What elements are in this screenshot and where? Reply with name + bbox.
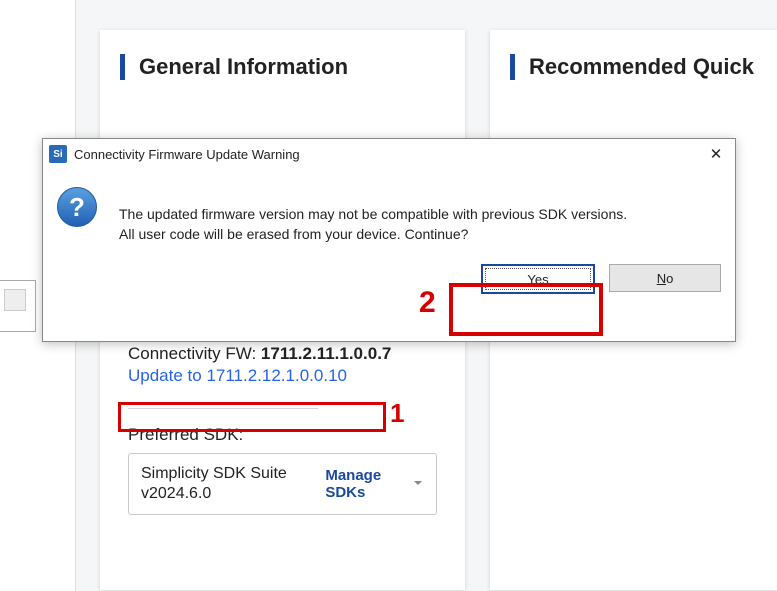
- dialog-titlebar[interactable]: Si Connectivity Firmware Update Warning …: [43, 139, 735, 169]
- connectivity-fw-label: Connectivity FW:: [128, 344, 256, 363]
- update-firmware-link[interactable]: Update to 1711.2.12.1.0.0.10: [128, 366, 347, 386]
- card-header: Recommended Quick: [490, 30, 777, 96]
- card-title-general: General Information: [120, 54, 445, 80]
- dialog-title: Connectivity Firmware Update Warning: [74, 147, 705, 162]
- no-button[interactable]: No: [609, 264, 721, 292]
- preferred-sdk-label: Preferred SDK:: [128, 425, 437, 445]
- sdk-name: Simplicity SDK Suite v2024.6.0: [141, 464, 325, 504]
- dialog-firmware-update-warning: Si Connectivity Firmware Update Warning …: [42, 138, 736, 342]
- explorer-pane-stub: [0, 280, 36, 332]
- chevron-down-icon: [412, 476, 424, 493]
- card-title-recommended: Recommended Quick: [510, 54, 757, 80]
- manage-sdks-link[interactable]: Manage SDKs: [325, 467, 424, 501]
- explorer-item-stub: [4, 289, 26, 311]
- dialog-message: The updated firmware version may not be …: [119, 205, 627, 244]
- preferred-sdk-selector[interactable]: Simplicity SDK Suite v2024.6.0 Manage SD…: [128, 453, 437, 515]
- close-icon[interactable]: ✕: [705, 145, 727, 163]
- connectivity-fw-version: 1711.2.11.1.0.0.7: [261, 344, 391, 363]
- divider: [128, 408, 318, 409]
- card-header: General Information: [100, 30, 465, 96]
- connectivity-fw-line: Connectivity FW: 1711.2.11.1.0.0.7: [128, 344, 437, 364]
- question-icon: ?: [57, 187, 97, 227]
- yes-button[interactable]: Yes: [481, 264, 595, 294]
- app-icon: Si: [49, 145, 67, 163]
